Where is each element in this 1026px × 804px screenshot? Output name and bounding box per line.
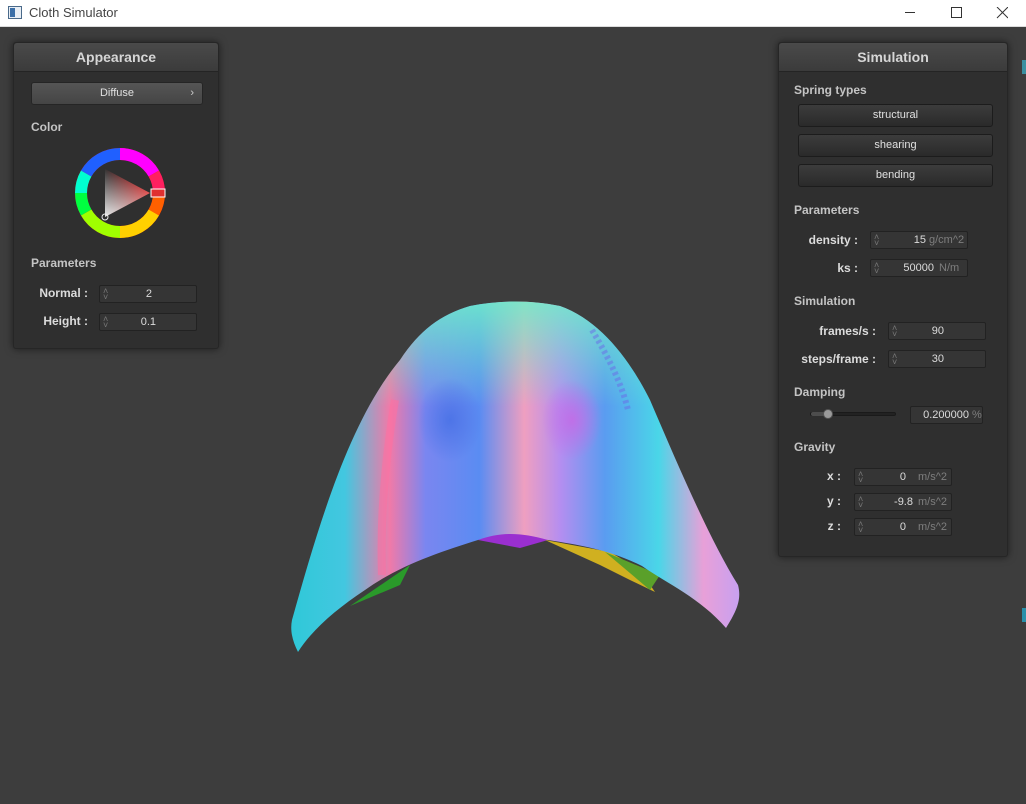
gravity-y-unit: m/s^2 [918,496,947,508]
simulation-panel: Simulation Spring types structural shear… [778,42,1008,557]
appearance-params-label: Parameters [31,256,97,270]
normal-input[interactable]: ˄ ˅ 2 [99,285,197,303]
ks-label: ks : [837,261,858,275]
gravity-z-input[interactable]: ˄ ˅ 0 m/s^2 [854,518,952,536]
normal-label: Normal : [39,286,88,300]
app-icon [8,6,22,19]
gravity-z-value: 0 [899,521,906,533]
color-group-label: Color [31,120,63,134]
close-button[interactable] [979,0,1025,27]
gravity-x-unit: m/s^2 [918,471,947,483]
sim-params-label: Parameters [794,203,860,217]
shader-select[interactable]: Diffuse › [31,82,203,105]
damping-label: Damping [794,385,846,399]
edge-mark [1022,608,1026,622]
color-wheel[interactable] [72,145,168,241]
minimize-icon [905,12,915,13]
shearing-button[interactable]: shearing [798,134,993,157]
damping-unit: % [972,409,982,421]
density-input[interactable]: ˄ ˅ 15 g/cm^2 [870,231,968,249]
simulation-header[interactable]: Simulation [779,43,1007,72]
gravity-y-label: y : [826,494,841,508]
maximize-icon [951,7,962,18]
close-icon [996,7,1008,19]
normal-value: 2 [145,288,152,300]
gravity-x-input[interactable]: ˄ ˅ 0 m/s^2 [854,468,952,486]
height-label: Height : [43,314,88,328]
gravity-label: Gravity [794,440,836,454]
title-bar: Cloth Simulator [0,0,1026,27]
damping-input[interactable]: 0.200000 % [910,406,983,424]
minimize-button[interactable] [887,0,933,27]
gravity-z-label: z : [827,519,841,533]
steps-input[interactable]: ˄ ˅ 30 [888,350,986,368]
edge-mark [1022,60,1026,74]
spring-types-label: Spring types [794,83,867,97]
density-unit: g/cm^2 [929,234,965,246]
appearance-panel: Appearance Diffuse › Color Parameters No… [13,42,219,349]
damping-value: 0.200000 [923,409,969,421]
gravity-y-value: -9.8 [894,496,913,508]
damping-slider[interactable] [810,409,896,419]
gravity-y-input[interactable]: ˄ ˅ -9.8 m/s^2 [854,493,952,511]
ks-input[interactable]: ˄ ˅ 50000 N/m [870,259,968,277]
sim-section-label: Simulation [794,294,856,308]
steps-label: steps/frame : [801,352,876,366]
height-input[interactable]: ˄ ˅ 0.1 [99,313,197,331]
gravity-x-label: x : [826,469,841,483]
shader-select-label: Diffuse [99,87,135,99]
ks-value: 50000 [903,262,934,274]
density-value: 15 [913,234,926,246]
gravity-x-value: 0 [899,471,906,483]
appearance-header[interactable]: Appearance [14,43,218,72]
structural-button[interactable]: structural [798,104,993,127]
window-title: Cloth Simulator [29,5,118,20]
chevron-right-icon: › [190,87,194,99]
fps-label: frames/s : [819,324,876,338]
height-value: 0.1 [140,316,156,328]
ks-unit: N/m [939,262,960,274]
gravity-z-unit: m/s^2 [918,521,947,533]
density-label: density : [808,233,858,247]
steps-value: 30 [931,353,944,365]
damping-slider-knob[interactable] [823,409,833,419]
bending-button[interactable]: bending [798,164,993,187]
fps-value: 90 [931,325,944,337]
fps-input[interactable]: ˄ ˅ 90 [888,322,986,340]
maximize-button[interactable] [933,0,979,27]
